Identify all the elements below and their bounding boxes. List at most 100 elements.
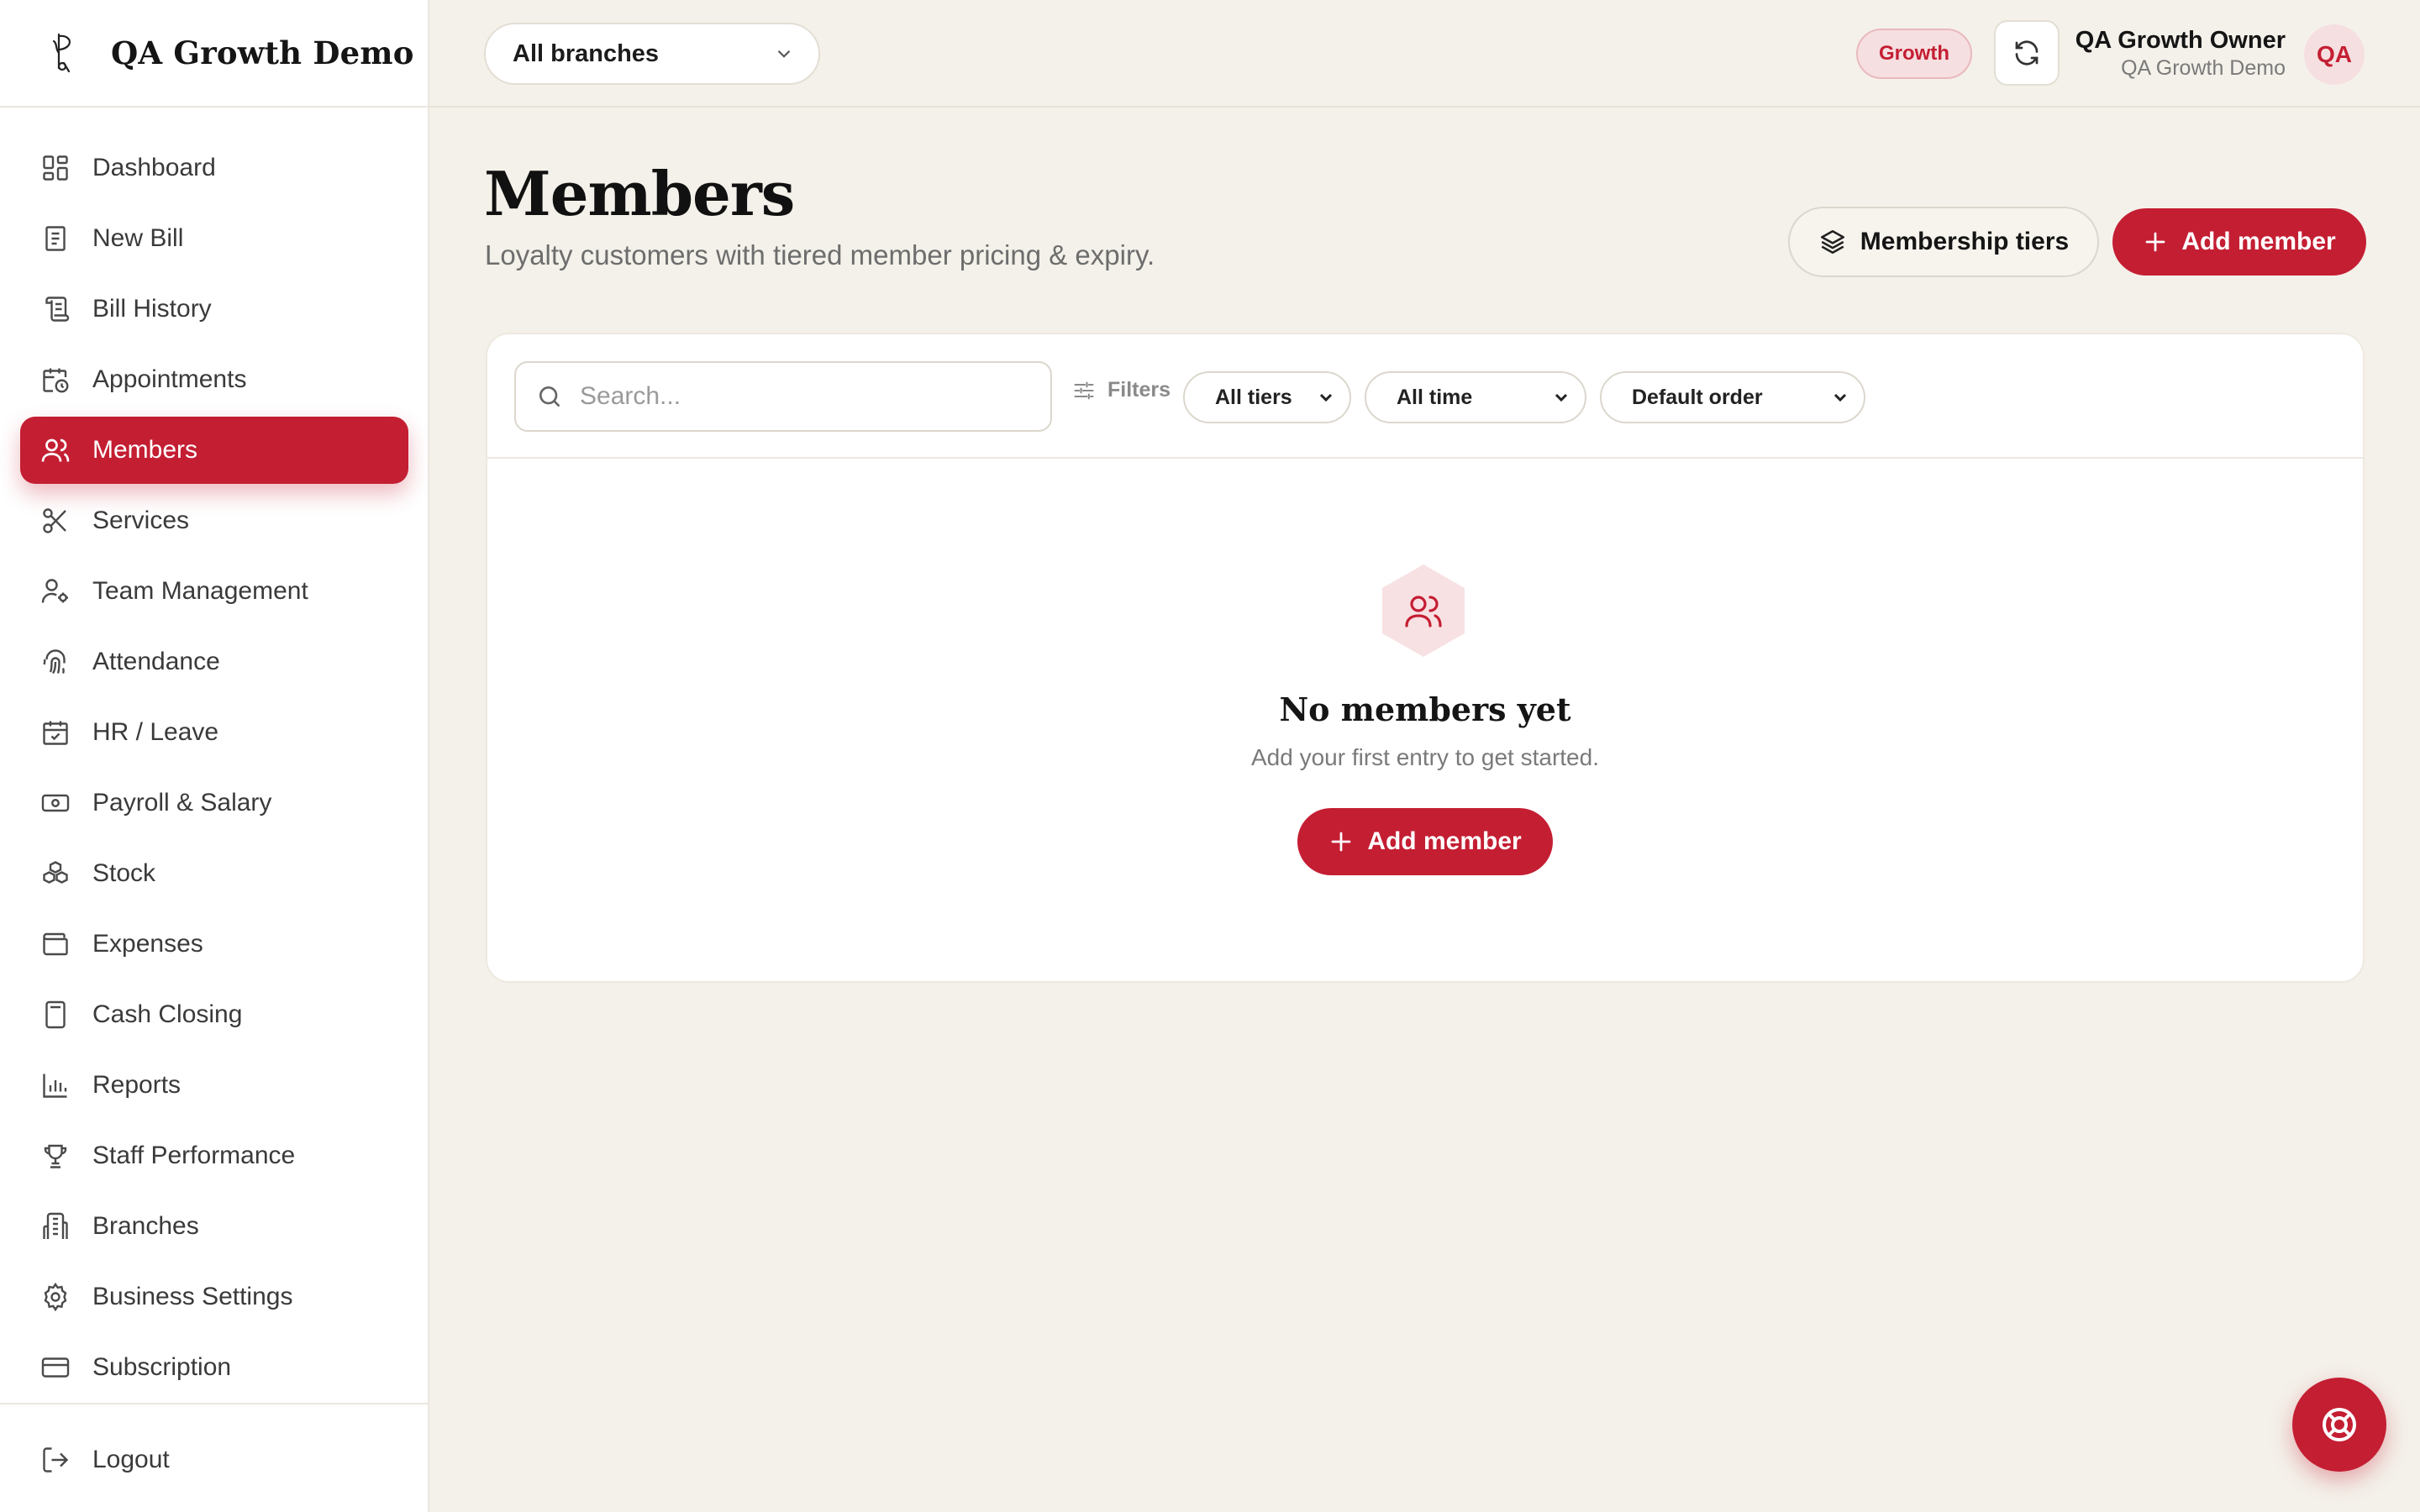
refresh-button[interactable] <box>1994 20 2060 86</box>
users-icon <box>40 435 71 465</box>
empty-state-users-icon <box>1376 563 1471 659</box>
sidebar-item-label: Staff Performance <box>92 1142 296 1169</box>
sidebar-item-label: Services <box>92 507 190 534</box>
membership-tiers-label: Membership tiers <box>1860 228 2070 255</box>
logout-icon <box>40 1445 71 1475</box>
time-select[interactable]: All time <box>1365 371 1586 423</box>
sidebar-item-label: Subscription <box>92 1353 232 1381</box>
trophy-icon <box>40 1141 71 1171</box>
dashboard-icon <box>40 153 71 183</box>
sidebar-item-label: Cash Closing <box>92 1000 243 1028</box>
branch-select-value: All branches <box>513 39 660 67</box>
sidebar-item-attendance[interactable]: Attendance <box>20 628 408 696</box>
boxes-icon <box>40 858 71 889</box>
scroll-icon <box>40 294 71 324</box>
sidebar-item-payroll-salary[interactable]: Payroll & Salary <box>20 769 408 837</box>
branch-select[interactable]: All branches <box>484 23 820 85</box>
sidebar-item-branches[interactable]: Branches <box>20 1193 408 1260</box>
sidebar-item-label: Attendance <box>92 648 220 675</box>
search-box[interactable] <box>514 361 1052 432</box>
user-name: QA Growth Owner <box>2075 27 2286 54</box>
sidebar-item-staff-performance[interactable]: Staff Performance <box>20 1122 408 1189</box>
filters-label: Filters <box>1072 378 1171 402</box>
sidebar-item-dashboard[interactable]: Dashboard <box>20 134 408 202</box>
sidebar-item-label: Payroll & Salary <box>92 789 272 816</box>
sidebar-item-expenses[interactable]: Expenses <box>20 911 408 978</box>
sidebar-item-cash-closing[interactable]: Cash Closing <box>20 981 408 1048</box>
sidebar-item-label: Appointments <box>92 365 247 393</box>
help-button[interactable] <box>2292 1378 2386 1472</box>
sidebar-item-new-bill[interactable]: New Bill <box>20 205 408 272</box>
sidebar-item-label: Business Settings <box>92 1283 293 1310</box>
empty-state-title: No members yet <box>1279 690 1571 728</box>
sliders-icon <box>1074 381 1094 399</box>
page-subtitle: Loyalty customers with tiered member pri… <box>485 239 1155 270</box>
plan-badge: Growth <box>1856 29 1972 79</box>
sidebar-item-appointments[interactable]: Appointments <box>20 346 408 413</box>
membership-tiers-button[interactable]: Membership tiers <box>1788 207 2099 277</box>
members-card: Filters All tiers All time Default order… <box>486 333 2365 983</box>
sidebar-item-reports[interactable]: Reports <box>20 1052 408 1119</box>
tier-select-value: All tiers <box>1215 385 1292 409</box>
lifebuoy-icon <box>2323 1408 2356 1441</box>
order-select-value: Default order <box>1632 385 1763 409</box>
filter-bar: Filters All tiers All time Default order <box>487 334 2363 459</box>
chevron-down-icon <box>777 50 791 58</box>
sidebar-item-label: Stock <box>92 859 156 887</box>
tier-select[interactable]: All tiers <box>1183 371 1351 423</box>
chevron-down-icon <box>1319 393 1333 402</box>
page-title: Members <box>484 158 795 229</box>
sidebar-item-label: Dashboard <box>92 154 216 181</box>
sidebar-item-subscription[interactable]: Subscription <box>20 1334 408 1401</box>
sidebar-item-services[interactable]: Services <box>20 487 408 554</box>
sidebar-item-business-settings[interactable]: Business Settings <box>20 1263 408 1331</box>
brand-name: QA Growth Demo <box>111 34 414 71</box>
search-input[interactable] <box>580 382 1017 411</box>
sidebar-item-team-management[interactable]: Team Management <box>20 558 408 625</box>
add-member-button[interactable]: Add member <box>2112 208 2366 276</box>
building-icon <box>40 1211 71 1242</box>
sidebar-item-label: Branches <box>92 1212 199 1240</box>
calculator-icon <box>40 1000 71 1030</box>
chevron-down-icon <box>1833 393 1847 402</box>
receipt-icon <box>40 223 71 254</box>
scissors-icon <box>40 506 71 536</box>
sidebar-footer: Logout <box>0 1403 429 1497</box>
add-member-label: Add member <box>2181 228 2336 255</box>
wallet-icon <box>40 929 71 959</box>
bar-chart-icon <box>40 1070 71 1100</box>
user-cog-icon <box>40 576 71 606</box>
sidebar-item-hr-leave[interactable]: HR / Leave <box>20 699 408 766</box>
sidebar-item-label: Members <box>92 436 198 464</box>
calendar-check-icon <box>40 717 71 748</box>
gear-icon <box>40 1282 71 1312</box>
search-icon <box>539 386 560 407</box>
sidebar-item-label: Expenses <box>92 930 203 958</box>
sidebar-item-label: New Bill <box>92 224 184 252</box>
empty-add-member-label: Add member <box>1367 827 1522 855</box>
empty-add-member-button[interactable]: Add member <box>1297 808 1553 875</box>
user-info[interactable]: QA Growth Owner QA Growth Demo <box>2075 25 2286 81</box>
banknote-icon <box>40 788 71 818</box>
sidebar-item-label: Team Management <box>92 577 308 605</box>
order-select[interactable]: Default order <box>1600 371 1865 423</box>
sidebar-item-label: HR / Leave <box>92 718 219 746</box>
top-bar: All branches Growth QA Growth Owner QA G… <box>429 0 2420 108</box>
layers-icon <box>1820 229 1844 255</box>
brand[interactable]: QA Growth Demo <box>0 0 428 108</box>
chevron-down-icon <box>1555 393 1568 402</box>
time-select-value: All time <box>1397 385 1473 409</box>
sidebar-nav: Dashboard New Bill Bill History Appointm… <box>20 134 408 1404</box>
sidebar-item-stock[interactable]: Stock <box>20 840 408 907</box>
sidebar-item-bill-history[interactable]: Bill History <box>20 276 408 343</box>
credit-card-icon <box>40 1352 71 1383</box>
calendar-clock-icon <box>40 365 71 395</box>
sidebar: QA Growth Demo Dashboard New Bill Bill H… <box>0 0 429 1512</box>
avatar[interactable]: QA <box>2304 24 2365 85</box>
logout-button[interactable]: Logout <box>20 1426 409 1494</box>
user-org: QA Growth Demo <box>2121 56 2286 80</box>
fingerprint-icon <box>40 647 71 677</box>
empty-state-subtitle: Add your first entry to get started. <box>1251 744 1599 770</box>
filters-text: Filters <box>1107 378 1171 402</box>
sidebar-item-members[interactable]: Members <box>20 417 408 484</box>
